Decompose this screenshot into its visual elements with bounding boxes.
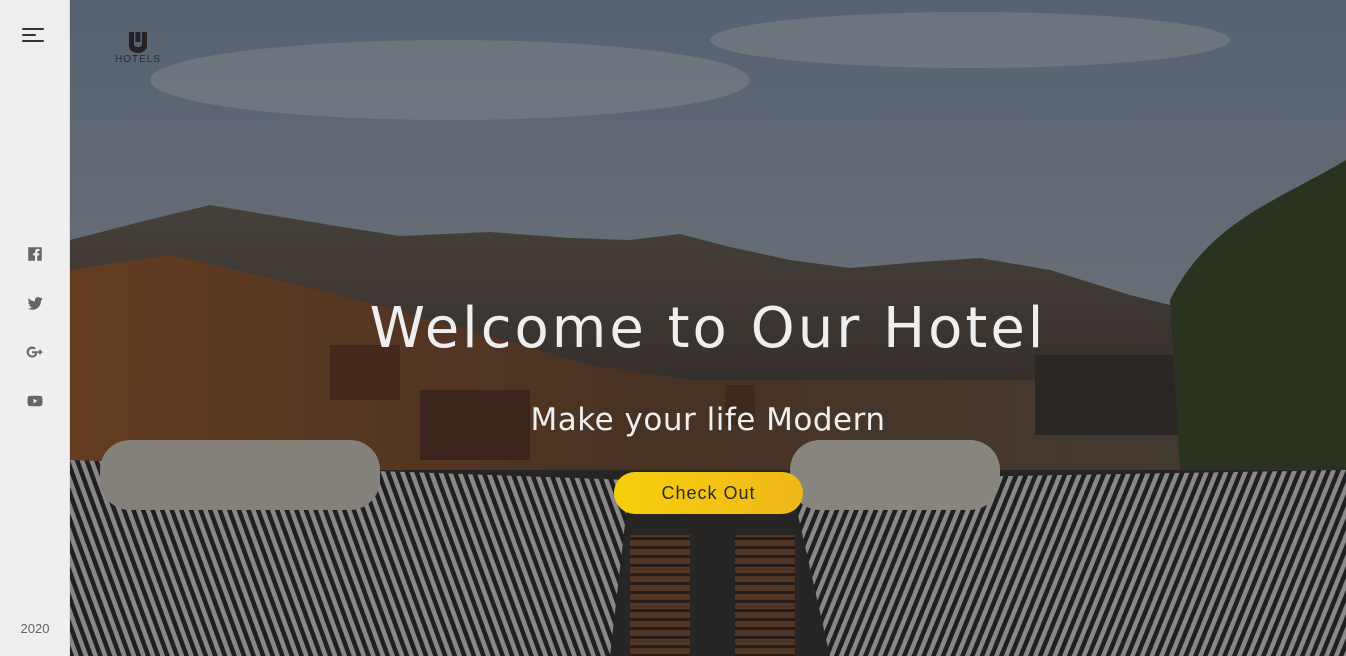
google-plus-icon[interactable]	[24, 341, 46, 363]
facebook-icon[interactable]	[24, 243, 46, 265]
hero-subheadline: Make your life Modern	[530, 402, 886, 438]
sidebar: 2020	[0, 0, 70, 656]
hamburger-menu-icon[interactable]	[22, 26, 46, 46]
logo-mark-icon	[129, 32, 147, 53]
check-out-button[interactable]: Check Out	[614, 472, 803, 514]
hotels-logo[interactable]: HOTELS	[106, 30, 170, 70]
youtube-icon[interactable]	[24, 390, 46, 412]
logo-text: HOTELS	[114, 54, 161, 65]
hero-section: HOTELS Welcome to Our Hotel Make your li…	[70, 0, 1346, 656]
twitter-icon[interactable]	[24, 292, 46, 314]
copyright-year: 2020	[20, 621, 50, 636]
social-links	[0, 243, 70, 439]
hero-headline: Welcome to Our Hotel	[369, 296, 1047, 361]
